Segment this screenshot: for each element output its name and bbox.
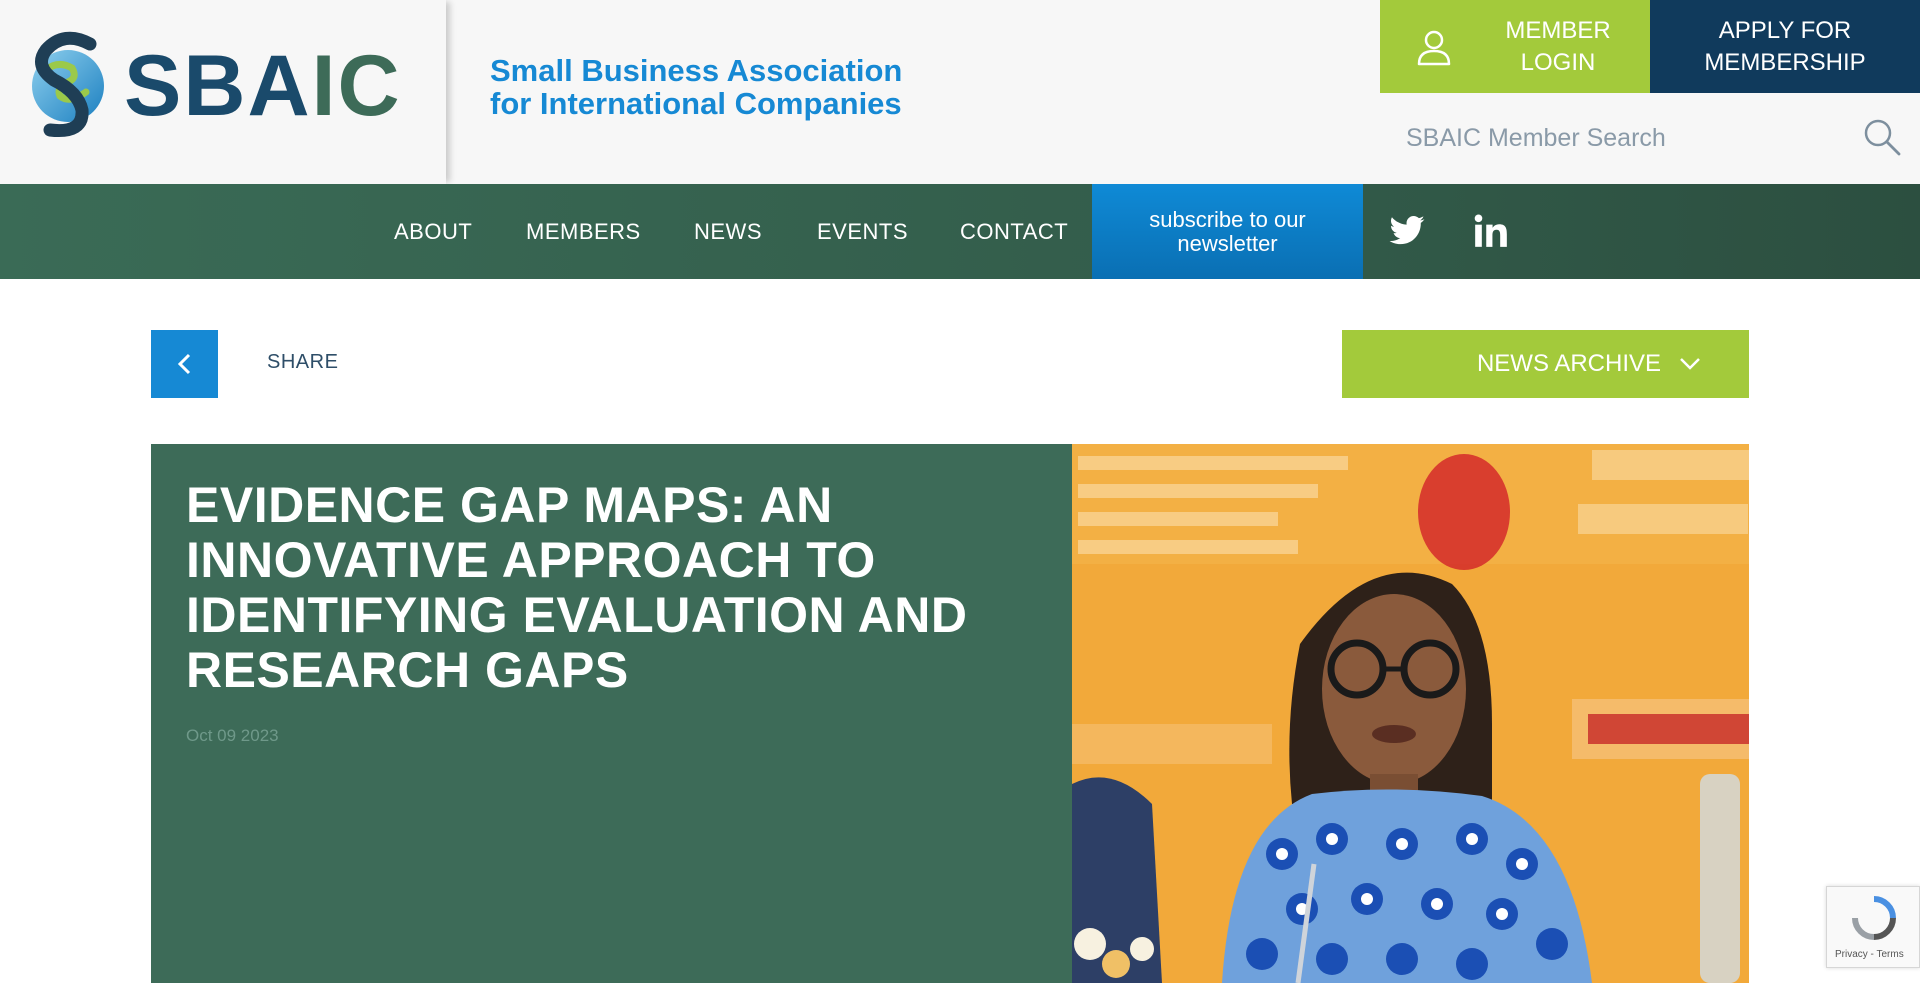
logo-wordmark: SBAIC	[124, 40, 402, 132]
member-login-button[interactable]: MEMBER LOGIN	[1380, 0, 1650, 93]
logo[interactable]: SBAIC	[0, 0, 446, 184]
twitter-icon[interactable]	[1388, 212, 1426, 250]
recaptcha-privacy-terms[interactable]: Privacy - Terms	[1835, 949, 1904, 960]
site-tagline: Small Business Association for Internati…	[490, 54, 902, 120]
back-button[interactable]	[151, 330, 218, 398]
news-archive-label: NEWS ARCHIVE	[1476, 350, 1661, 377]
recaptcha-icon	[1852, 896, 1896, 940]
news-archive-dropdown[interactable]: NEWS ARCHIVE	[1342, 330, 1749, 398]
subscribe-label: subscribe to our newsletter	[1149, 206, 1306, 256]
apply-line-2: MEMBERSHIP	[1704, 48, 1866, 76]
linkedin-icon[interactable]	[1472, 212, 1510, 250]
tagline-line-1: Small Business Association	[490, 53, 903, 88]
article-hero-image	[1072, 444, 1749, 983]
logo-text-main: SBA	[124, 38, 312, 134]
conference-speaker-photo	[1072, 444, 1749, 983]
apply-label: APPLY FOR MEMBERSHIP	[1704, 15, 1865, 79]
nav-item-news[interactable]: NEWS	[694, 184, 762, 279]
globe-s-logo-icon	[32, 31, 104, 138]
user-icon	[1417, 30, 1451, 65]
logo-text-accent: IC	[311, 38, 402, 134]
article-date: Oct 09 2023	[186, 726, 279, 745]
article-title: EVIDENCE GAP MAPS: AN INNOVATIVE APPROAC…	[186, 477, 968, 698]
search-icon[interactable]	[1862, 117, 1902, 157]
member-search-input[interactable]	[1406, 117, 1836, 159]
tagline-line-2: for International Companies	[490, 86, 902, 121]
nav-item-about[interactable]: ABOUT	[394, 184, 472, 279]
nav-item-contact[interactable]: CONTACT	[960, 184, 1068, 279]
subscribe-line-1: subscribe to our	[1149, 206, 1306, 232]
apply-membership-button[interactable]: APPLY FOR MEMBERSHIP	[1650, 0, 1920, 93]
subscribe-newsletter-button[interactable]: subscribe to our newsletter	[1092, 184, 1363, 279]
login-line-1: MEMBER	[1505, 16, 1611, 44]
member-search-box	[1380, 93, 1920, 184]
nav-item-members[interactable]: MEMBERS	[526, 184, 641, 279]
recaptcha-badge[interactable]: Privacy - Terms	[1826, 886, 1920, 968]
chevron-left-icon	[177, 353, 190, 375]
share-link[interactable]: SHARE	[267, 351, 338, 374]
login-line-2: LOGIN	[1520, 48, 1596, 76]
nav-item-events[interactable]: EVENTS	[817, 184, 908, 279]
chevron-down-icon	[1680, 358, 1700, 370]
apply-line-1: APPLY FOR	[1718, 16, 1852, 44]
member-login-label: MEMBER LOGIN	[1488, 15, 1628, 79]
subscribe-line-2: newsletter	[1177, 230, 1278, 256]
